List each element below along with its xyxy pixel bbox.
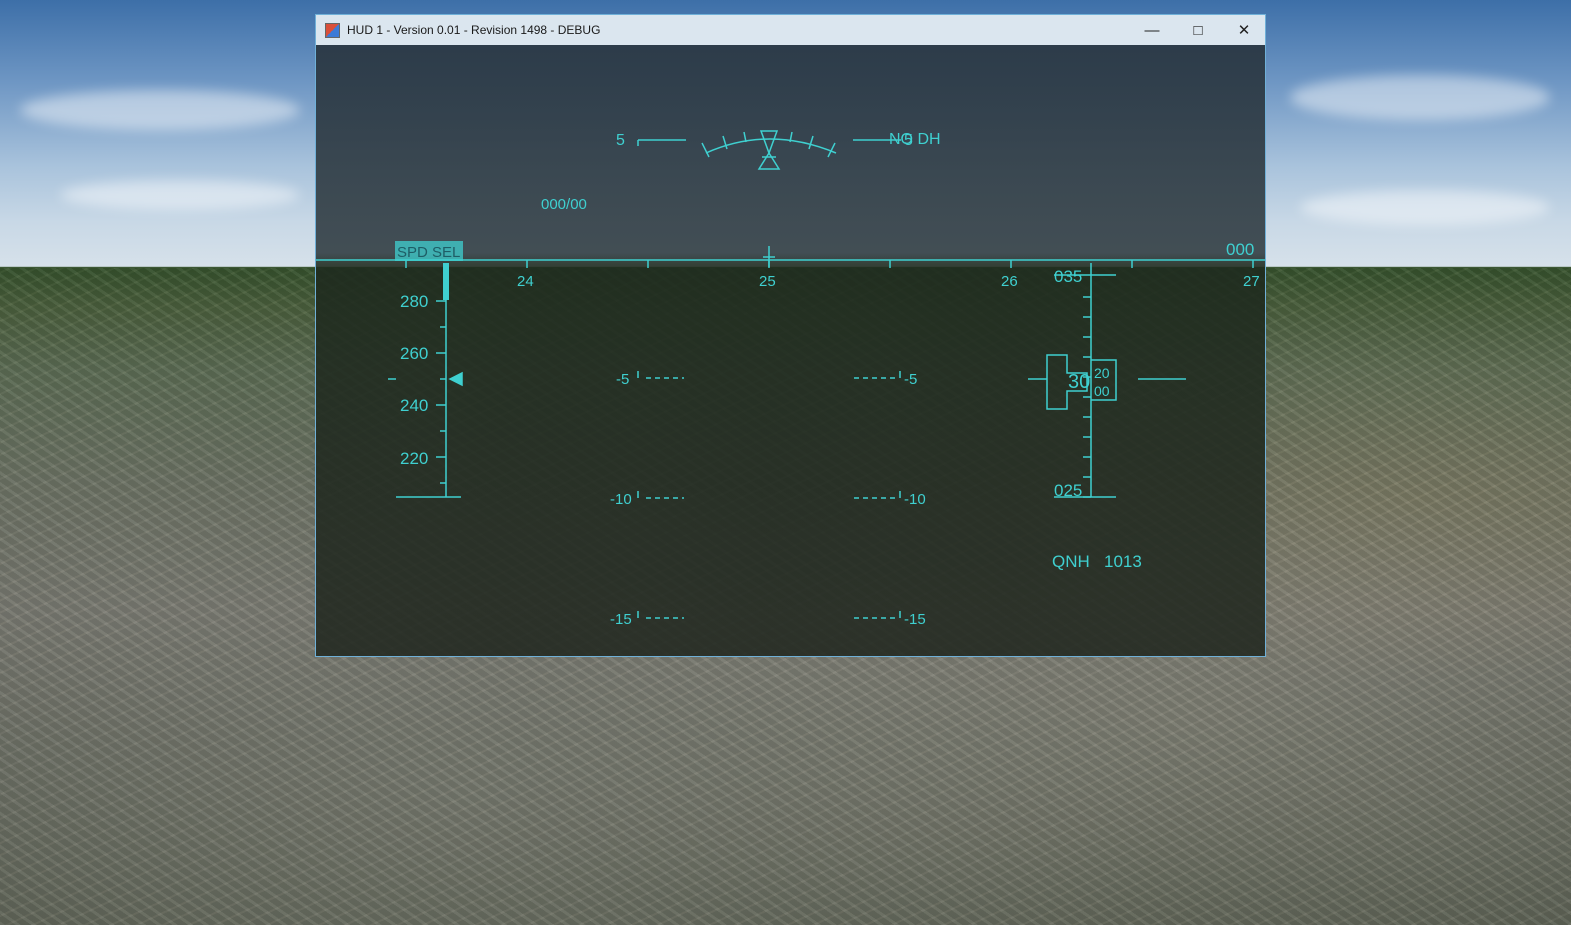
cloud [1300,190,1550,225]
heading-tick-26: 26 [1001,273,1018,290]
maximize-button[interactable]: □ [1175,15,1221,45]
heading-tick-25: 25 [759,273,776,290]
altitude-readout-fine-top: 20 [1094,365,1110,381]
hud-overlay: 5 5 NO DH 000/00 SPD SEL 000 24 25 26 27… [316,130,1265,628]
speed-tick-240: 240 [400,396,428,415]
heading-tick-27: 27 [1243,273,1260,290]
heading-readout: 000 [1226,240,1254,259]
altitude-bottom: 025 [1054,481,1082,500]
altitude-top: 035 [1054,267,1082,286]
speed-bug [448,371,463,387]
heading-tick-24: 24 [517,273,534,290]
pitch-label-left-15: -15 [610,611,632,628]
minimize-button[interactable]: — [1129,15,1175,45]
title-bar[interactable]: HUD 1 - Version 0.01 - Revision 1498 - D… [316,15,1265,45]
cloud [20,90,300,130]
altitude-readout-fine-bottom: 00 [1094,383,1110,399]
speed-mode-label: SPD SEL [397,244,460,261]
qnh-label: QNH [1052,552,1090,571]
pitch-label-left-5: -5 [616,371,629,388]
close-button[interactable]: ✕ [1221,15,1267,45]
cloud [1290,75,1550,120]
bank-label-left: 5 [616,132,625,149]
window-title: HUD 1 - Version 0.01 - Revision 1498 - D… [347,23,601,37]
pitch-label-right-15: -15 [904,611,926,628]
hud-window[interactable]: HUD 1 - Version 0.01 - Revision 1498 - D… [315,14,1266,657]
app-icon [325,22,340,38]
altitude-readout-main: 30 [1068,371,1090,393]
roll-pointer [759,130,779,156]
qnh-value: 1013 [1104,552,1142,571]
dh-label: NO DH [889,131,941,148]
speed-tick-280: 280 [400,292,428,311]
pitch-label-left-10: -10 [610,491,632,508]
pitch-label-right-10: -10 [904,491,926,508]
hud-display: 5 5 NO DH 000/00 SPD SEL 000 24 25 26 27… [316,45,1265,656]
speed-tick-220: 220 [400,449,428,468]
pitch-label-right-5: -5 [904,371,917,388]
wind-readout: 000/00 [541,196,587,213]
speed-tick-260: 260 [400,344,428,363]
roll-index [757,151,781,170]
cloud [60,180,300,210]
